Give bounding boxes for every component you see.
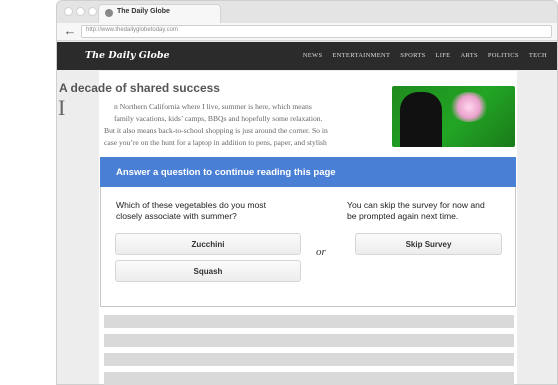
photo-person bbox=[400, 92, 442, 147]
or-label: or bbox=[316, 246, 326, 258]
navigation-bar: ← http://www.thedailyglobetoday.com bbox=[57, 23, 557, 41]
skip-description-line: You can skip the survey for now and bbox=[347, 200, 485, 210]
nav-life[interactable]: LIFE bbox=[436, 52, 451, 59]
url-text: http://www.thedailyglobetoday.com bbox=[86, 27, 178, 33]
survey-question-line: Which of these vegetables do you most bbox=[116, 200, 266, 210]
tab-title: The Daily Globe bbox=[117, 8, 170, 15]
photo-smoke bbox=[450, 92, 488, 122]
site-nav: NEWS ENTERTAINMENT SPORTS LIFE ARTS POLI… bbox=[303, 52, 547, 59]
nav-sports[interactable]: SPORTS bbox=[400, 52, 425, 59]
answer-zucchini-button[interactable]: Zucchini bbox=[115, 233, 301, 255]
article-photo bbox=[392, 86, 515, 147]
tab-bar: The Daily Globe bbox=[57, 1, 557, 23]
site-header: The Daily Globe NEWS ENTERTAINMENT SPORT… bbox=[57, 42, 557, 70]
nav-entertainment[interactable]: ENTERTAINMENT bbox=[332, 52, 390, 59]
survey-question-line: closely associate with summer? bbox=[116, 211, 237, 221]
nav-news[interactable]: NEWS bbox=[303, 52, 323, 59]
nav-arts[interactable]: ARTS bbox=[460, 52, 477, 59]
article-dropcap: I bbox=[58, 95, 66, 120]
article-line: n Northern California where I live, summ… bbox=[114, 102, 312, 111]
article-line: case you’re on the hunt for a laptop in … bbox=[104, 138, 327, 147]
article-line: But it also means back-to-school shoppin… bbox=[104, 126, 328, 135]
back-arrow-icon[interactable]: ← bbox=[61, 23, 79, 41]
skip-survey-button[interactable]: Skip Survey bbox=[355, 233, 502, 255]
site-logo[interactable]: The Daily Globe bbox=[85, 50, 170, 61]
article-headline: A decade of shared success bbox=[59, 81, 220, 95]
content-placeholder bbox=[104, 334, 514, 347]
nav-tech[interactable]: TECH bbox=[529, 52, 547, 59]
article-line: family vacations, kids’ camps, BBQs and … bbox=[114, 114, 323, 123]
window-close-control[interactable] bbox=[64, 7, 73, 16]
content-placeholder bbox=[104, 353, 514, 366]
window-maximize-control[interactable] bbox=[88, 7, 97, 16]
content-placeholder bbox=[104, 315, 514, 328]
answer-squash-button[interactable]: Squash bbox=[115, 260, 301, 282]
content-placeholder bbox=[104, 372, 514, 385]
address-bar[interactable]: http://www.thedailyglobetoday.com bbox=[81, 25, 552, 38]
nav-politics[interactable]: POLITICS bbox=[488, 52, 519, 59]
survey-title: Answer a question to continue reading th… bbox=[116, 167, 336, 178]
skip-description-line: be prompted again next time. bbox=[347, 211, 459, 221]
globe-icon bbox=[105, 9, 113, 17]
window-minimize-control[interactable] bbox=[76, 7, 85, 16]
browser-tab[interactable]: The Daily Globe bbox=[98, 4, 221, 23]
